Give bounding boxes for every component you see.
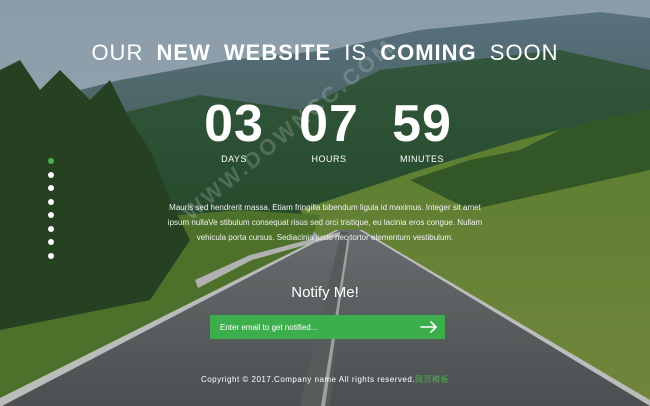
slider-dot-1[interactable] bbox=[48, 158, 54, 164]
countdown-value: 03 bbox=[204, 95, 264, 153]
countdown-hours: 07 HOURS bbox=[284, 96, 374, 164]
headline-word: COMING bbox=[380, 40, 477, 65]
footer-link[interactable]: 网页模板 bbox=[415, 375, 449, 384]
slider-dot-5[interactable] bbox=[48, 212, 54, 218]
copyright-text: Copyright © 2017.Company name All rights… bbox=[200, 375, 416, 384]
footer: Copyright © 2017.Company name All rights… bbox=[0, 374, 650, 385]
countdown-days: 03 DAYS bbox=[189, 96, 279, 164]
notify-form bbox=[210, 315, 445, 339]
notify-heading: Notify Me! bbox=[291, 284, 359, 301]
slider-dot-6[interactable] bbox=[48, 225, 54, 232]
countdown-value: 07 bbox=[299, 95, 359, 153]
headline-word: WEBSITE bbox=[223, 40, 332, 65]
description-text: Mauris sed hendrerit massa. Etiam fringi… bbox=[167, 203, 483, 242]
headline-word: NEW bbox=[156, 40, 211, 65]
slider-dot-3[interactable] bbox=[48, 185, 54, 191]
email-field[interactable] bbox=[210, 315, 413, 339]
headline-word: OUR bbox=[91, 40, 144, 65]
arrow-right-icon bbox=[420, 321, 437, 333]
slider-dot-2[interactable] bbox=[48, 171, 54, 178]
slider-dots bbox=[48, 158, 56, 266]
countdown-label: MINUTES bbox=[400, 154, 444, 164]
headline-word: IS bbox=[344, 40, 368, 65]
page-title: OUR NEW WEBSITE IS COMING SOON bbox=[0, 40, 650, 66]
countdown-label: HOURS bbox=[311, 154, 347, 164]
countdown-minutes: 59 MINUTES bbox=[377, 96, 467, 164]
slider-dot-7[interactable] bbox=[48, 239, 54, 245]
slider-dot-4[interactable] bbox=[48, 198, 54, 205]
countdown-value: 59 bbox=[392, 95, 452, 153]
submit-button[interactable] bbox=[413, 315, 445, 339]
headline-word: SOON bbox=[489, 40, 559, 65]
slider-dot-8[interactable] bbox=[48, 252, 54, 259]
countdown-label: DAYS bbox=[221, 154, 247, 164]
